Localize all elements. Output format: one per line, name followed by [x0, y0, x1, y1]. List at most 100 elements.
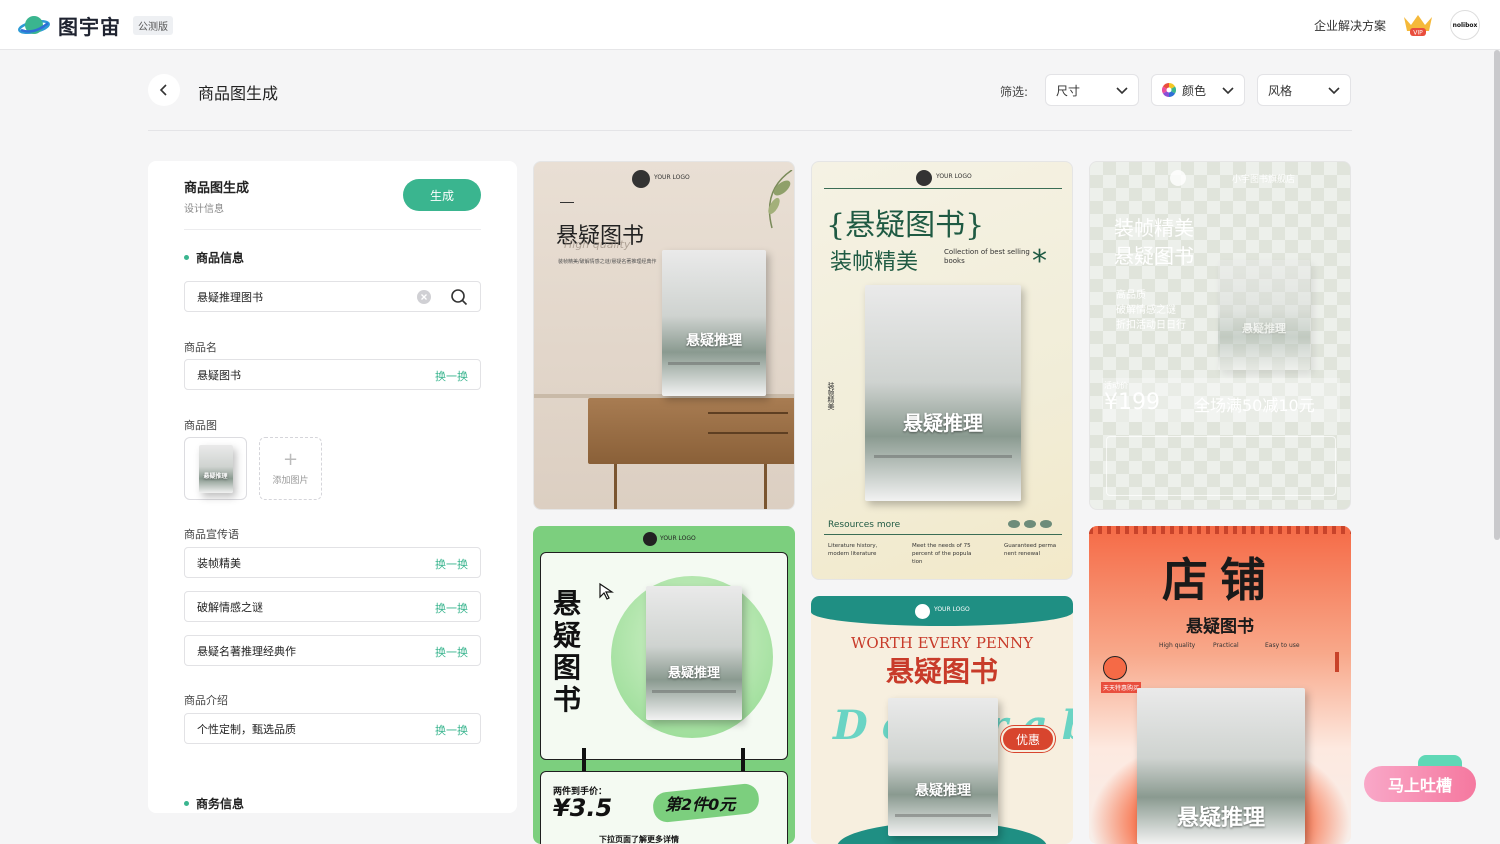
book-cover-title: 悬疑推理 — [203, 472, 228, 480]
price-value: ¥199 — [1104, 390, 1160, 415]
size-filter-label: 尺寸 — [1056, 83, 1081, 98]
poster-logo: YOUR LOGO — [936, 173, 972, 180]
intro-field[interactable]: 个性定制，甄选品质 换一换 — [184, 713, 481, 744]
panel-divider — [184, 229, 481, 230]
slogan-field-3[interactable]: 悬疑名著推理经典作 换一换 — [184, 635, 481, 666]
product-image-thumbnail[interactable]: 悬疑推理 — [184, 437, 247, 500]
chevron-down-icon — [1116, 87, 1128, 95]
panel-subtitle: 设计信息 — [184, 204, 224, 215]
poster-card-2[interactable]: YOUR LOGO {悬疑图书} 装帧精美 Collection of best… — [811, 161, 1073, 580]
resources-text: Resources more — [828, 520, 901, 530]
scrollbar[interactable] — [1494, 50, 1500, 540]
book-cover-title: 悬疑推理 — [667, 666, 720, 681]
logo-mark — [643, 532, 657, 546]
wooden-cabinet — [588, 398, 794, 464]
product-image-label: 商品图 — [184, 419, 217, 432]
swap-button[interactable]: 换一换 — [435, 368, 468, 384]
accent-bar — [1335, 652, 1339, 672]
generate-button[interactable]: 生成 — [403, 179, 481, 211]
enterprise-solutions-link[interactable]: 企业解决方案 — [1314, 17, 1386, 34]
poster-lines: 高品质 破解情感之谜 折扣活动日日行 — [1116, 288, 1186, 333]
size-filter-dropdown[interactable]: 尺寸 — [1045, 74, 1139, 106]
poster-vertical-title: 悬疑图书 — [553, 587, 582, 716]
poster-english: Collection of best selling books — [944, 248, 1030, 265]
search-icon[interactable] — [450, 288, 468, 306]
slogan-value: 破解情感之谜 — [197, 600, 263, 614]
poster-card-1[interactable]: YOUR LOGO 悬疑图书 High quality 装帧精美/破解情感之谜/… — [533, 161, 795, 510]
add-image-button[interactable]: + 添加图片 — [259, 437, 322, 500]
feedback-label: 马上吐槽 — [1387, 776, 1452, 795]
poster-footer: 下拉页面了解更多详情 — [599, 835, 679, 844]
section-dot — [184, 255, 189, 260]
slogan-value: 悬疑名著推理经典作 — [197, 644, 296, 658]
slogan-field-2[interactable]: 破解情感之谜 换一换 — [184, 591, 481, 622]
intro-value: 个性定制，甄选品质 — [197, 722, 296, 736]
book-cover-image: 悬疑推理 — [646, 586, 742, 720]
logo-mark — [632, 170, 650, 188]
business-info-heading-text: 商务信息 — [196, 797, 245, 811]
cursor-icon — [599, 582, 614, 600]
book-cover-title: 悬疑推理 — [686, 333, 742, 349]
swap-button[interactable]: 换一换 — [435, 556, 468, 572]
product-search-input[interactable]: 悬疑推理图书 — [184, 281, 481, 312]
intro-label: 商品介绍 — [184, 694, 228, 707]
poster-card-6[interactable]: 店铺 悬疑图书 High quality Practical Easy to u… — [1089, 526, 1351, 844]
book-cover-title: 悬疑推理 — [1176, 805, 1265, 831]
book-cover-image: 悬疑推理 — [888, 698, 998, 836]
product-search-value: 悬疑推理图书 — [197, 290, 263, 304]
poster-card-4[interactable]: YOUR LOGO 悬疑图书 悬疑推理 两件到手价： ¥3.5 第2件0元 下拉… — [533, 526, 795, 844]
tag-3: Easy to use — [1265, 642, 1300, 649]
feature-icons — [1008, 520, 1052, 528]
sticker-text: 天天特惠购买 — [1101, 682, 1142, 693]
chevron-left-icon — [159, 84, 167, 96]
poster-line: 破解情感之谜 — [1116, 305, 1176, 316]
product-name-value: 悬疑图书 — [197, 368, 241, 382]
poster-subtitle: 悬疑图书 — [1186, 617, 1254, 637]
asterisk-icon: * — [1032, 244, 1047, 279]
color-filter-dropdown[interactable]: 颜色 — [1151, 74, 1245, 106]
beta-badge: 公测版 — [133, 16, 173, 35]
header-divider — [148, 130, 1352, 131]
cabinet-leg — [614, 464, 617, 509]
slogan-field-1[interactable]: 装帧精美 换一换 — [184, 547, 481, 578]
cabinet-leg — [764, 464, 767, 509]
product-strip — [1106, 436, 1336, 496]
poster-card-3[interactable]: 小宇图书旗舰店 装帧精美 悬疑图书 高品质 破解情感之谜 折扣活动日日行 悬疑推… — [1089, 161, 1351, 510]
logo-mark — [1170, 170, 1186, 186]
product-info-heading-text: 商品信息 — [196, 251, 245, 265]
business-info-heading: 商务信息 — [184, 795, 244, 812]
clear-icon[interactable] — [416, 289, 432, 305]
vip-crown-icon[interactable]: VIP — [1402, 13, 1434, 41]
svg-text:VIP: VIP — [1413, 30, 1423, 37]
feedback-button[interactable]: 马上吐槽 — [1364, 766, 1476, 802]
section-dot — [184, 801, 189, 806]
user-avatar[interactable]: nolibox — [1450, 10, 1480, 40]
product-name-field[interactable]: 悬疑图书 换一换 — [184, 359, 481, 390]
book-cover-title: 悬疑推理 — [903, 411, 983, 435]
back-button[interactable] — [148, 74, 180, 106]
binding-strip — [1089, 526, 1351, 534]
poster-title-1: 装帧精美 — [1114, 216, 1194, 240]
chevron-down-icon — [1328, 87, 1340, 95]
style-filter-dropdown[interactable]: 风格 — [1257, 74, 1351, 106]
quote-line — [560, 202, 574, 203]
planet-logo-icon — [18, 15, 50, 34]
design-info-panel: 商品图生成 设计信息 生成 商品信息 悬疑推理图书 商品名 悬疑图书 换一换 商… — [148, 161, 517, 813]
poster-card-5[interactable]: YOUR LOGO WORTH EVERY PENNY 悬疑图书 Desirab… — [811, 596, 1073, 844]
filter-label: 筛选: — [1000, 85, 1029, 99]
chevron-down-icon — [1222, 87, 1234, 95]
style-filter-label: 风格 — [1268, 83, 1293, 98]
poster-title: 悬疑图书 — [885, 655, 998, 688]
poster-logo: YOUR LOGO — [660, 535, 696, 542]
brand-logo[interactable]: 图宇宙 公测版 — [18, 11, 173, 40]
discount-badge: 优惠 — [1001, 726, 1055, 752]
swap-button[interactable]: 换一换 — [435, 722, 468, 738]
poster-subtitle: 装帧精美 — [830, 250, 919, 275]
swap-button[interactable]: 换一换 — [435, 644, 468, 660]
swap-button[interactable]: 换一换 — [435, 600, 468, 616]
book-cover-image: 悬疑推理 — [198, 444, 233, 493]
product-name-label: 商品名 — [184, 341, 217, 354]
feature-1: Literature history, modern literature — [828, 543, 878, 557]
poster-line: 折扣活动日日行 — [1116, 320, 1186, 331]
poster-rule — [824, 188, 1062, 189]
